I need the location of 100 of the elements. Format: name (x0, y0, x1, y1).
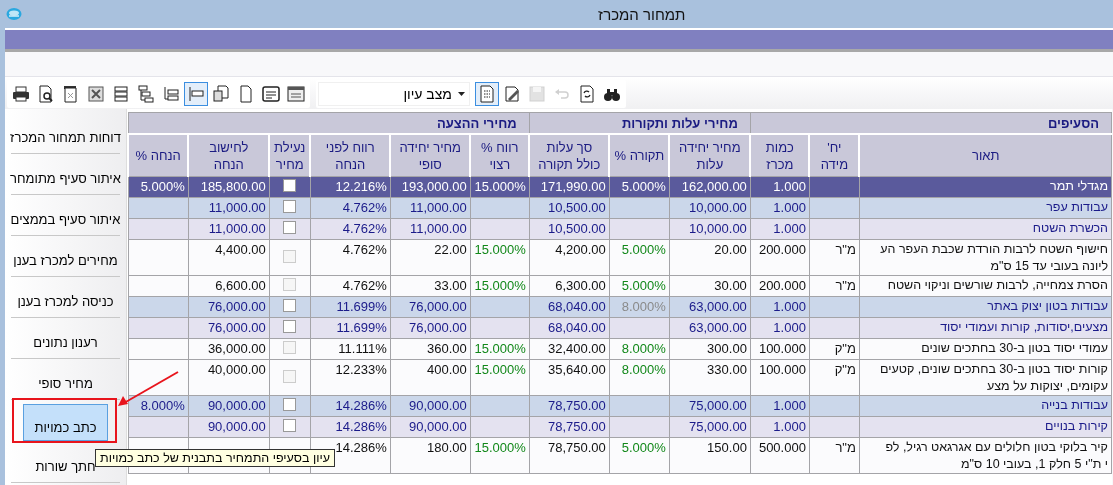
table-cell: 90,000.00 (390, 395, 471, 417)
table-cell: 10,500.00 (529, 197, 610, 219)
column-header[interactable]: רווח % רצוי (470, 134, 530, 177)
table-cell: 171,990.00 (529, 176, 610, 198)
table-cell: 200.000 (750, 239, 810, 276)
table-cell: 90,000.00 (390, 416, 471, 438)
table-cell: 200.000 (750, 275, 810, 297)
table-cell: 15.000% (470, 338, 530, 360)
column-header[interactable]: נעילת מחיר (269, 134, 311, 177)
checkbox[interactable] (283, 179, 297, 192)
table-cell: 14.286% (310, 395, 391, 417)
table-cell: 11,000.00 (390, 218, 471, 240)
table-cell: 75,000.00 (669, 395, 751, 417)
column-header[interactable]: רווח לפני הנחה (310, 134, 391, 177)
sidebar-button[interactable]: כניסה למכרז בענן (17, 294, 114, 309)
column-header[interactable]: סך עלות כולל תקורה (529, 134, 610, 177)
sidebar-button[interactable]: מחירים למכרז בענן (13, 253, 118, 268)
text-frame-icon (261, 84, 281, 104)
table-cell: 300.00 (669, 338, 751, 360)
table-cell: מ"ר (809, 239, 860, 276)
table-cell: 5.000% (609, 176, 670, 198)
table-cell: 10,000.00 (669, 218, 751, 240)
table-cell: הכשרת השטח (859, 218, 1112, 240)
mode-dropdown[interactable]: מצב עיון (318, 82, 470, 106)
table-cell: 150.00 (669, 437, 751, 474)
column-header[interactable]: מחיר יחידה עלות (669, 134, 751, 177)
document-list-icon (477, 84, 497, 104)
table-cell: 500.000 (750, 437, 810, 474)
table-cell: 78,750.00 (529, 437, 610, 474)
table-cell: מ"ק (809, 359, 860, 396)
column-header[interactable]: תאור (859, 134, 1112, 177)
table-cell: 76,000.00 (188, 296, 270, 318)
table-cell: 14.286% (310, 416, 391, 438)
printer-icon (11, 84, 31, 104)
table-cell: 1.000 (750, 395, 810, 417)
indent-list-icon (161, 84, 181, 104)
table-cell: 15.000% (470, 239, 530, 276)
checkbox[interactable] (283, 221, 297, 234)
table-cell: עבודות בנייה (859, 395, 1112, 417)
table-cell: 4.762% (310, 197, 391, 219)
table-cell: 63,000.00 (669, 296, 751, 318)
sidebar-button[interactable]: איתור סעיף מתומחר (10, 171, 121, 186)
sidebar-button[interactable]: רענון נתונים (33, 335, 98, 350)
sidebar-button[interactable]: חתך שורות (35, 459, 96, 474)
column-group-header: הסעיפים (1047, 115, 1099, 131)
column-header[interactable]: יח' מידה (809, 134, 860, 177)
single-level-button[interactable] (184, 82, 208, 106)
column-header[interactable]: תקורה % (609, 134, 670, 177)
checkbox[interactable] (283, 419, 297, 432)
copy-icon (211, 84, 231, 104)
tooltip: עיון בסעיפי התמחיר בתבנית של כתב כמויות (95, 449, 335, 467)
refresh-icon (577, 84, 597, 104)
table-cell: עמודי יסוד בטון ב-30 בחתכים שונים (859, 338, 1112, 360)
table-cell: 63,000.00 (669, 317, 751, 339)
table-cell: 1.000 (750, 176, 810, 198)
table-cell: 4.762% (310, 218, 391, 240)
checkbox[interactable] (283, 398, 297, 411)
save-icon (527, 84, 547, 104)
table-cell: 11,000.00 (188, 218, 270, 240)
table-cell: 11.699% (310, 296, 391, 318)
column-header[interactable]: לחישוב הנחה (188, 134, 270, 177)
table-cell: 15.000% (470, 176, 530, 198)
document-list-button[interactable] (475, 82, 499, 106)
table-cell: 1.000 (750, 317, 810, 339)
column-group-header: מחירי עלות ותקורות (621, 115, 738, 131)
table-cell: 32,400.00 (529, 338, 610, 360)
table-cell: 36,000.00 (188, 338, 270, 360)
table-cell: מגדלי תמר (859, 176, 1112, 198)
table-cell: 15.000% (470, 359, 530, 396)
table-cell: 1.000 (750, 197, 810, 219)
table-cell: 5.000% (609, 437, 670, 474)
table-cell: 360.00 (390, 338, 471, 360)
column-header[interactable]: הנחה % (128, 134, 189, 177)
table-cell: 100.000 (750, 359, 810, 396)
table-cell: 78,750.00 (529, 416, 610, 438)
sidebar-button[interactable]: מחיר סופי (38, 376, 93, 391)
table-cell: 76,000.00 (390, 317, 471, 339)
table-cell: 12.216% (310, 176, 391, 198)
checkbox[interactable] (283, 299, 297, 312)
table-cell: 11,000.00 (188, 197, 270, 219)
table-cell: מ"ר (809, 275, 860, 297)
table-cell: 4.762% (310, 239, 391, 276)
checkbox[interactable] (283, 320, 297, 333)
app-logo-icon (6, 6, 22, 22)
column-header[interactable]: מחיר יחידה סופי (390, 134, 471, 177)
edit-icon (502, 84, 522, 104)
table-cell: 6,600.00 (188, 275, 270, 297)
table-cell: 1.000 (750, 296, 810, 318)
sidebar-button[interactable]: דוחות תמחור המכרז (10, 130, 121, 145)
sidebar-button[interactable]: איתור סעיף בממצים (10, 212, 121, 227)
table-cell: 10,000.00 (669, 197, 751, 219)
table-cell: 90,000.00 (188, 395, 270, 417)
checkbox[interactable] (283, 200, 297, 213)
column-header[interactable]: כמות מכרז (750, 134, 810, 177)
sidebar-button[interactable]: כתב כמויות (23, 404, 108, 441)
table-cell: קורות יסוד בטון ב-30 בחתכים שונים, קטעים עקומים, יצוקות על מצע (859, 359, 1112, 396)
table-cell: 35,640.00 (529, 359, 610, 396)
spreadsheet-icon (86, 84, 106, 104)
table-cell: 30.00 (669, 275, 751, 297)
table-cell: מ"ק (809, 338, 860, 360)
